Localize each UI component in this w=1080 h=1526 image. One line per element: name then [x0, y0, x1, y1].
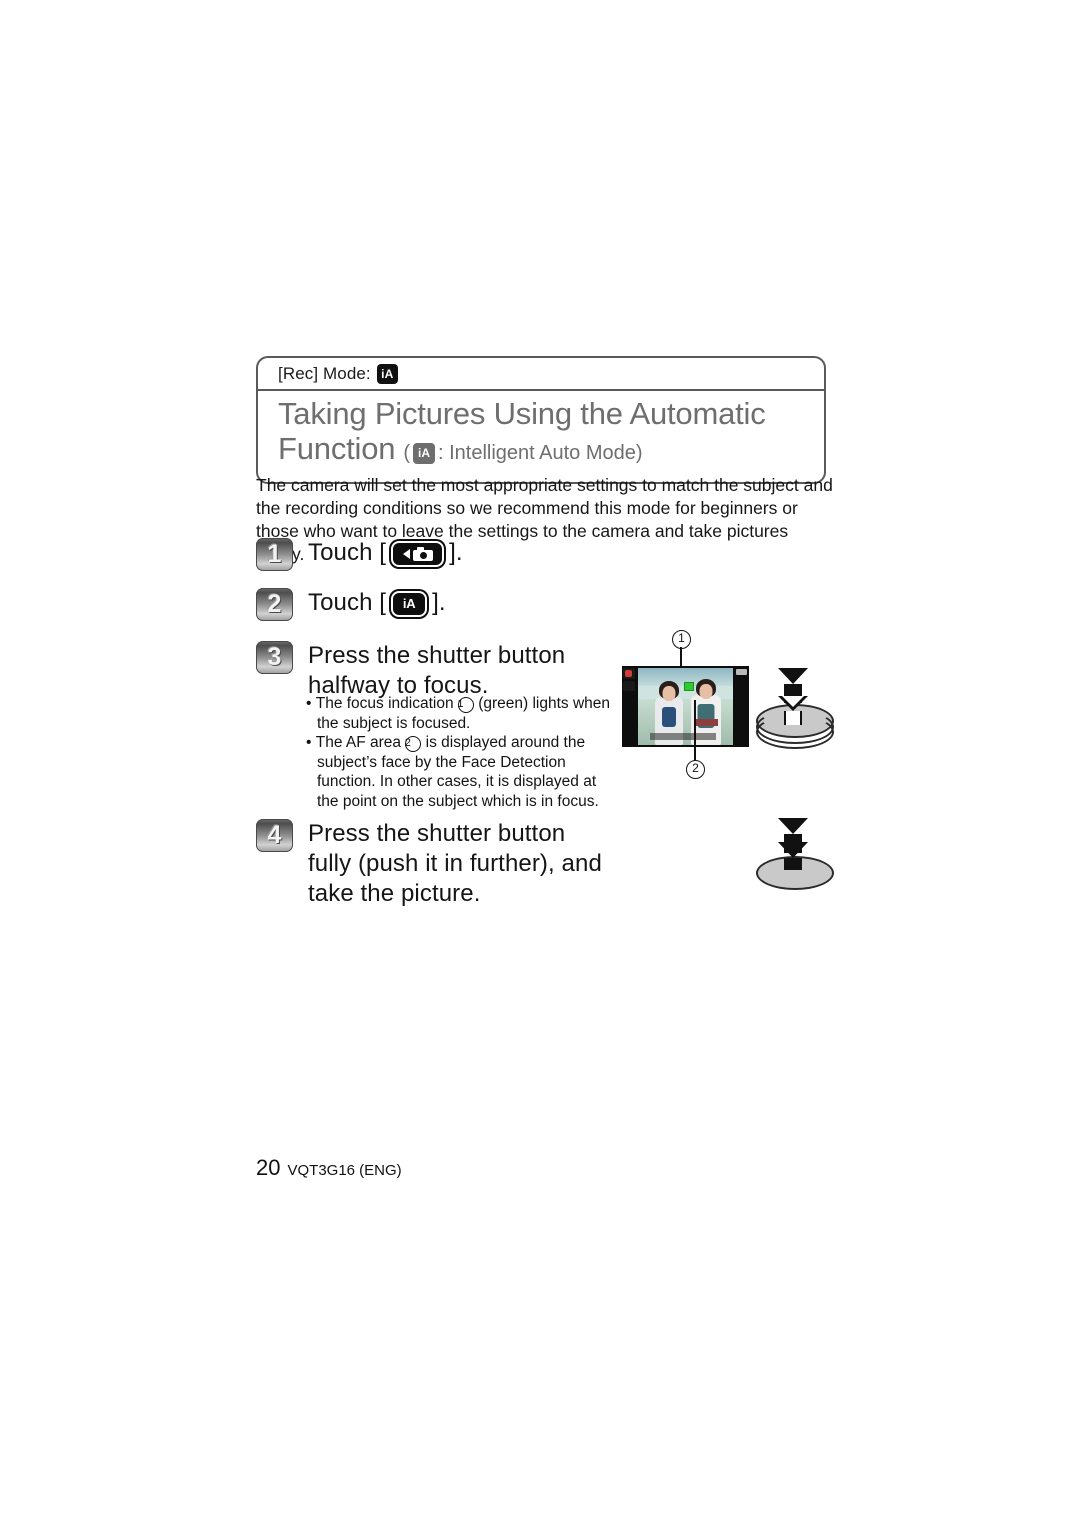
- page-title-line2: Function ( iA : Intelligent Auto Mode): [278, 431, 824, 471]
- intelligent-auto-icon: iA: [393, 592, 426, 615]
- bullet-2-pre: The AF area: [315, 734, 406, 751]
- step-number: 4: [267, 821, 282, 849]
- step-3: 3 Press the shutter button halfway to fo…: [256, 641, 606, 701]
- callout-marker-2: 2: [405, 736, 422, 752]
- step-number: 3: [267, 643, 282, 671]
- press-arrow-black-second-icon: [778, 842, 808, 870]
- page-number: 20: [256, 1155, 281, 1180]
- step-number: 2: [267, 590, 282, 618]
- step-number-badge: 4: [256, 819, 293, 852]
- callout-2: 2: [686, 760, 705, 779]
- page-title-line1: Taking Pictures Using the Automatic: [278, 396, 766, 431]
- list-item: • The focus indication 1 (green) lights …: [306, 695, 611, 732]
- intelligent-auto-icon: iA: [412, 442, 435, 464]
- lcd-osd-bottom-bar: [650, 733, 716, 740]
- step-4: 4 Press the shutter button fully (push i…: [256, 819, 616, 909]
- intelligent-auto-icon: iA: [376, 364, 398, 384]
- step-number-badge: 2: [256, 588, 293, 621]
- step-1-suffix: ].: [449, 539, 463, 566]
- page-title: Taking Pictures Using the Automatic Func…: [258, 391, 824, 482]
- bullet-1-pre: The focus indication: [315, 695, 458, 712]
- step-1-prefix: Touch [: [308, 539, 387, 566]
- rec-mode-row: [Rec] Mode: iA: [258, 358, 824, 389]
- step-number: 1: [267, 540, 282, 568]
- camera-glyph: [412, 546, 433, 561]
- shutter-full-illustration: [748, 818, 838, 896]
- step-2: 2 Touch [ iA].: [256, 588, 446, 621]
- playback-record-camera-icon: [393, 542, 443, 565]
- step-3-bullet-list: • The focus indication 1 (green) lights …: [306, 694, 618, 811]
- step-3-text: Press the shutter button halfway to focu…: [308, 642, 566, 699]
- triangle-left-icon: [402, 548, 410, 559]
- page-title-word: Function: [278, 431, 396, 466]
- step-2-prefix: Touch [: [308, 589, 387, 616]
- document-code: VQT3G16 (ENG): [287, 1162, 402, 1179]
- lcd-live-view: [638, 668, 733, 745]
- subtitle-text: : Intelligent Auto Mode): [437, 442, 643, 464]
- battery-icon: [736, 669, 747, 675]
- step-number-badge: 1: [256, 538, 293, 571]
- step-2-suffix: ].: [432, 589, 446, 616]
- step-1: 1 Touch [].: [256, 538, 463, 571]
- paren-open: (: [403, 442, 410, 464]
- callout-2-leader: [694, 700, 696, 760]
- press-arrow-outline-icon: [778, 696, 808, 725]
- rec-mode-label: [Rec] Mode:: [278, 364, 371, 383]
- camera-lcd-illustration: [622, 666, 749, 747]
- manual-page: [Rec] Mode: iA Taking Pictures Using the…: [0, 0, 1080, 1526]
- step-1-text: Touch [].: [308, 538, 463, 567]
- rec-mode-header-box: [Rec] Mode: iA Taking Pictures Using the…: [256, 356, 826, 484]
- list-item: • The AF area 2 is displayed around the …: [306, 734, 599, 810]
- shutter-halfway-illustration: [748, 666, 838, 749]
- rec-mode-indicator-icon: [623, 668, 635, 679]
- page-title-subtitle: ( iA : Intelligent Auto Mode): [395, 435, 642, 471]
- focus-indicator: [684, 682, 694, 691]
- page-footer: 20 VQT3G16 (ENG): [256, 1155, 402, 1181]
- callout-marker-1: 1: [457, 697, 474, 713]
- step-4-text: Press the shutter button fully (push it …: [308, 820, 602, 907]
- step-number-badge: 3: [256, 641, 293, 674]
- lcd-osd-top-left-icons: [623, 668, 636, 691]
- ia-glyph-text: iA: [402, 596, 416, 612]
- intelligent-auto-indicator-icon: [623, 681, 635, 691]
- step-2-text: Touch [ iA].: [308, 588, 446, 617]
